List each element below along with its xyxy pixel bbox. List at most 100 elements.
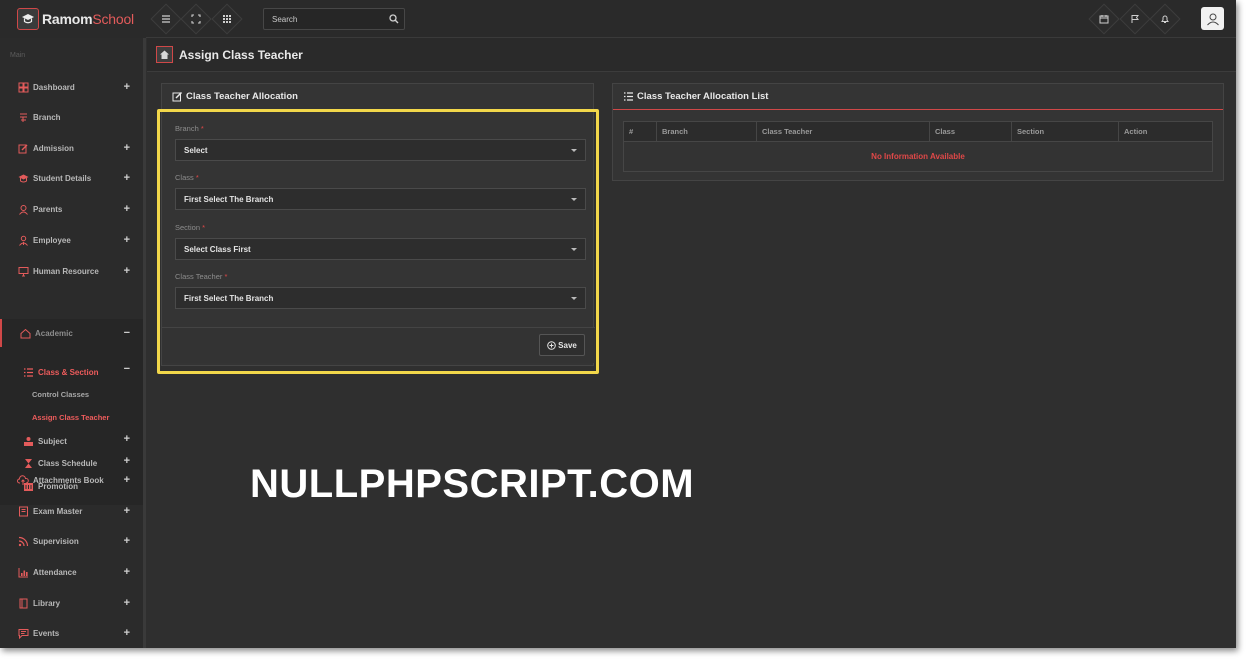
user-avatar[interactable] — [1201, 7, 1224, 30]
branch-select[interactable]: Select — [175, 139, 586, 161]
sidebar-item-academic[interactable]: Academic − — [0, 319, 143, 347]
column-header-class-teacher: Class Teacher — [757, 122, 930, 141]
sidebar-item-library[interactable]: Library + — [0, 589, 143, 617]
top-bar: RamomSchool Search — [0, 0, 1236, 38]
sidebar-link-control-classes[interactable]: Control Classes — [32, 390, 89, 399]
grid-icon — [223, 15, 231, 23]
expand-icon: + — [123, 234, 130, 246]
class-select[interactable]: First Select The Branch — [175, 188, 586, 210]
empty-message: No Information Available — [624, 142, 1212, 171]
sidebar-sub-label: Subject — [38, 436, 67, 446]
class-teacher-allocation-list-panel: Class Teacher Allocation List # Branch C… — [612, 83, 1224, 181]
sidebar-item-employee[interactable]: Employee + — [0, 226, 143, 254]
graduation-cap-icon — [17, 172, 29, 184]
branch-icon — [17, 111, 29, 123]
column-header-class: Class — [930, 122, 1012, 141]
class-teacher-select[interactable]: First Select The Branch — [175, 287, 586, 309]
home-icon[interactable] — [156, 46, 173, 63]
save-label: Save — [558, 340, 577, 350]
notifications-button[interactable] — [1149, 3, 1181, 35]
flag-button[interactable] — [1119, 3, 1151, 35]
expand-icon: + — [123, 142, 130, 154]
collapse-icon: − — [123, 363, 130, 375]
expand-icon: + — [123, 566, 130, 578]
search-input[interactable]: Search — [263, 8, 405, 30]
branch-label: Branch * — [175, 124, 204, 133]
bar-chart-icon — [17, 566, 29, 578]
form-footer: Save — [162, 327, 595, 363]
expand-icon: + — [123, 265, 130, 277]
book-icon — [17, 505, 29, 517]
expand-icon — [191, 14, 201, 24]
hamburger-icon — [162, 15, 170, 23]
chevron-down-icon — [571, 297, 577, 300]
logo[interactable]: RamomSchool — [0, 0, 146, 38]
sidebar-item-exam-master[interactable]: Exam Master + — [0, 497, 143, 525]
sidebar-item-branch[interactable]: Branch — [0, 103, 143, 131]
edit-icon — [172, 91, 183, 102]
app-window: RamomSchool Search Main Dashboard + Bran… — [0, 0, 1236, 648]
column-header-index: # — [624, 122, 657, 141]
menu-toggle-button[interactable] — [150, 3, 182, 35]
page-header: Assign Class Teacher — [147, 38, 1236, 72]
section-label: Section * — [175, 223, 206, 232]
column-header-action: Action — [1124, 127, 1148, 136]
sidebar: Main Dashboard + Branch Admission + Stud… — [0, 38, 146, 648]
cloud-upload-icon — [17, 474, 29, 486]
sidebar-sub-subject[interactable]: Subject — [22, 435, 67, 447]
user-icon — [17, 203, 29, 215]
chevron-down-icon — [571, 248, 577, 251]
sidebar-item-events[interactable]: Events + — [0, 619, 143, 647]
sidebar-item-attendance[interactable]: Attendance + — [0, 558, 143, 586]
monitor-icon — [17, 265, 29, 277]
sidebar-sub-label: Class & Section — [38, 367, 99, 377]
fullscreen-button[interactable] — [180, 3, 212, 35]
collapse-icon: − — [123, 327, 130, 339]
expand-icon: + — [123, 172, 130, 184]
save-button[interactable]: Save — [539, 334, 585, 356]
search-icon[interactable] — [384, 14, 404, 24]
employee-icon — [17, 234, 29, 246]
edit-icon — [17, 142, 29, 154]
section-select[interactable]: Select Class First — [175, 238, 586, 260]
watermark-text: NULLPHPSCRIPT.COM — [250, 462, 695, 506]
sidebar-item-student-details[interactable]: Student Details + — [0, 164, 143, 192]
expand-icon: + — [123, 535, 130, 547]
rss-icon — [17, 535, 29, 547]
class-teacher-allocation-panel: Class Teacher Allocation Branch * Select… — [161, 83, 595, 366]
sidebar-item-admission[interactable]: Admission + — [0, 134, 143, 162]
list-icon — [22, 366, 34, 378]
column-header-section: Section — [1012, 122, 1119, 141]
sidebar-item-supervision[interactable]: Supervision + — [0, 527, 143, 555]
panel-header: Class Teacher Allocation List — [613, 84, 1223, 110]
sidebar-item-attachments-book[interactable]: Attachments Book + — [0, 466, 143, 494]
dashboard-icon — [17, 81, 29, 93]
expand-icon: + — [123, 597, 130, 609]
class-label: Class * — [175, 173, 199, 182]
sidebar-item-human-resource[interactable]: Human Resource + — [0, 257, 143, 285]
flag-icon — [1131, 15, 1139, 23]
expand-icon: + — [123, 433, 130, 445]
expand-icon: + — [123, 81, 130, 93]
panel-header: Class Teacher Allocation — [162, 84, 593, 110]
subject-icon — [22, 435, 34, 447]
sidebar-sub-class-section[interactable]: Class & Section — [22, 366, 98, 378]
bell-icon — [1161, 15, 1169, 23]
class-teacher-label: Class Teacher * — [175, 272, 228, 281]
sidebar-item-parents[interactable]: Parents + — [0, 195, 143, 223]
sidebar-item-label: Branch — [33, 112, 61, 122]
expand-icon: + — [123, 505, 130, 517]
calendar-button[interactable] — [1088, 3, 1120, 35]
panel-title: Class Teacher Allocation List — [637, 91, 769, 102]
column-header-branch: Branch — [657, 122, 757, 141]
chevron-down-icon — [571, 198, 577, 201]
expand-icon: + — [123, 474, 130, 486]
search-placeholder: Search — [272, 14, 298, 24]
home-icon — [19, 327, 31, 339]
branch-select-value: Select — [184, 145, 208, 155]
logo-text: RamomSchool — [42, 11, 134, 27]
plus-circle-icon — [547, 340, 556, 350]
sidebar-item-dashboard[interactable]: Dashboard + — [0, 73, 143, 101]
sidebar-link-assign-class-teacher[interactable]: Assign Class Teacher — [32, 413, 109, 422]
apps-button[interactable] — [211, 3, 243, 35]
